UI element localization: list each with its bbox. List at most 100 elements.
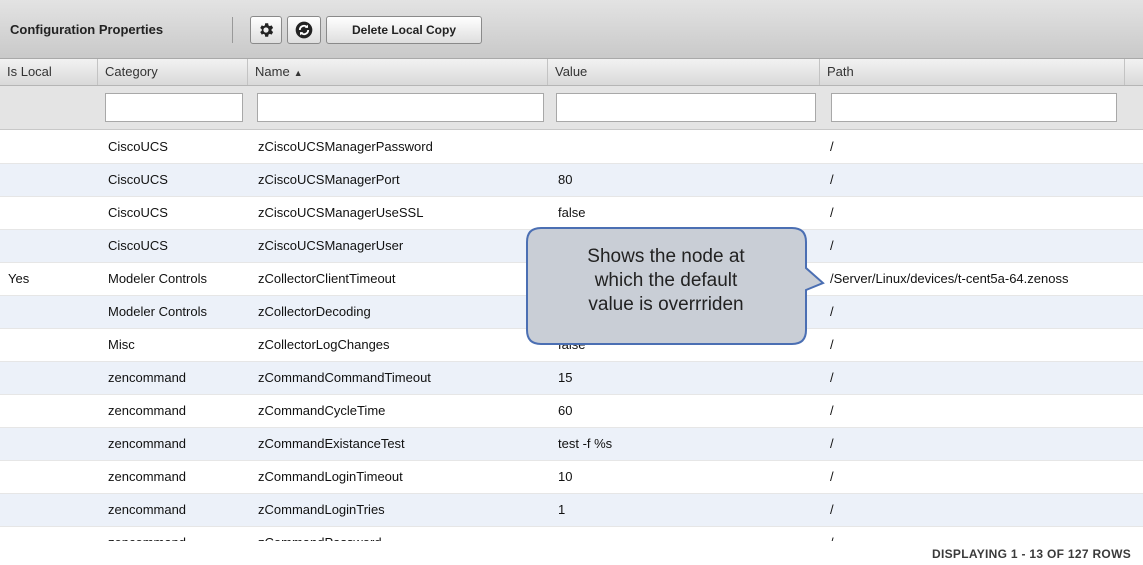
value-cell: false [558, 337, 586, 352]
panel-title: Configuration Properties [10, 22, 164, 37]
name-filter-input[interactable] [257, 93, 544, 122]
is-local-cell [0, 329, 98, 361]
column-label: Value [555, 64, 588, 79]
path-cell: / [830, 172, 834, 187]
grid-body: CiscoUCS zCiscoUCSManagerPassword / Cisc… [0, 131, 1143, 541]
row-count-status: DISPLAYING 1 - 13 OF 127 ROWS [932, 547, 1131, 561]
table-row[interactable]: zencommand zCommandCommandTimeout 15 / [0, 362, 1143, 395]
value-cell: 60 [558, 403, 573, 418]
value-cell: 15 [558, 370, 573, 385]
value-cell: 1 [558, 502, 566, 517]
table-row[interactable]: CiscoUCS zCiscoUCSManagerUser / [0, 230, 1143, 263]
name-cell: zCollectorClientTimeout [258, 271, 396, 286]
gear-icon [257, 21, 275, 39]
name-cell: zCiscoUCSManagerPort [258, 172, 400, 187]
table-row[interactable]: Modeler Controls zCollectorDecoding / [0, 296, 1143, 329]
name-cell: zCiscoUCSManagerUser [258, 238, 404, 253]
delete-local-copy-button[interactable]: Delete Local Copy [326, 16, 482, 44]
category-cell: Misc [108, 337, 135, 352]
path-cell: / [830, 370, 834, 385]
category-cell: zencommand [98, 527, 248, 541]
name-cell: zCollectorLogChanges [258, 337, 390, 352]
toolbar: Configuration Properties Delete Local Co… [0, 0, 1143, 59]
table-row[interactable]: CiscoUCS zCiscoUCSManagerUseSSL false / [0, 197, 1143, 230]
name-cell: zCommandCommandTimeout [258, 370, 431, 385]
value-cell [548, 131, 820, 163]
name-cell: zCommandExistanceTest [258, 436, 405, 451]
filter-row [0, 86, 1143, 130]
name-cell: zCommandLoginTimeout [258, 469, 403, 484]
refresh-icon [294, 20, 314, 40]
category-filter-input[interactable] [105, 93, 243, 122]
table-row[interactable]: Yes Modeler Controls zCollectorClientTim… [0, 263, 1143, 296]
name-cell: zCommandCycleTime [258, 403, 386, 418]
is-local-cell [0, 230, 98, 262]
column-header-value[interactable]: Value [548, 59, 820, 85]
path-filter-input[interactable] [831, 93, 1117, 122]
is-local-cell [0, 527, 98, 541]
is-local-cell [0, 164, 98, 196]
column-header-is-local[interactable]: Is Local [0, 59, 98, 85]
column-label: Path [827, 64, 854, 79]
path-cell: / [830, 337, 834, 352]
is-local-cell [0, 494, 98, 526]
is-local-cell [0, 461, 98, 493]
column-label: Is Local [7, 64, 52, 79]
category-cell: zencommand [108, 436, 187, 451]
category-cell: CiscoUCS [108, 172, 168, 187]
table-row[interactable]: zencommand zCommandLoginTries 1 / [0, 494, 1143, 527]
name-cell: zCiscoUCSManagerPassword [258, 139, 433, 154]
name-cell: zCiscoUCSManagerUseSSL [258, 205, 424, 220]
path-cell: / [820, 527, 1143, 541]
path-cell: / [830, 238, 834, 253]
column-header-row: Is Local Category Name ▲ Value Path [0, 59, 1143, 86]
path-cell: / [830, 469, 834, 484]
grid-footer: DISPLAYING 1 - 13 OF 127 ROWS [0, 541, 1143, 565]
value-cell [548, 527, 820, 541]
table-row[interactable]: CiscoUCS zCiscoUCSManagerPassword / [0, 131, 1143, 164]
path-cell: /Server/Linux/devices/t-cent5a-64.zenoss [830, 271, 1069, 286]
column-label: Category [105, 64, 158, 79]
category-cell: zencommand [108, 469, 187, 484]
table-row[interactable]: Misc zCollectorLogChanges false / [0, 329, 1143, 362]
is-local-cell [0, 362, 98, 394]
column-label: Name [255, 64, 290, 79]
table-row[interactable]: zencommand zCommandCycleTime 60 / [0, 395, 1143, 428]
category-cell: CiscoUCS [108, 205, 168, 220]
is-local-cell: Yes [8, 271, 30, 286]
value-cell [548, 230, 820, 262]
path-cell: / [830, 403, 834, 418]
column-header-category[interactable]: Category [98, 59, 248, 85]
toolbar-separator [232, 17, 233, 43]
category-cell: zencommand [108, 502, 187, 517]
table-row[interactable]: zencommand zCommandExistanceTest test -f… [0, 428, 1143, 461]
is-local-cell [0, 395, 98, 427]
is-local-cell [0, 131, 98, 163]
settings-button[interactable] [250, 16, 282, 44]
category-cell: Modeler Controls [108, 304, 207, 319]
category-cell: CiscoUCS [108, 238, 168, 253]
table-row[interactable]: zencommand zCommandPassword / [0, 527, 1143, 541]
table-row[interactable]: zencommand zCommandLoginTimeout 10 / [0, 461, 1143, 494]
value-cell: 10 [558, 469, 573, 484]
column-header-path[interactable]: Path [820, 59, 1125, 85]
category-cell: zencommand [108, 403, 187, 418]
is-local-cell [0, 197, 98, 229]
value-cell [548, 296, 820, 328]
path-cell: / [830, 502, 834, 517]
category-cell: CiscoUCS [108, 139, 168, 154]
sort-ascending-icon: ▲ [293, 68, 303, 78]
is-local-cell [0, 428, 98, 460]
is-local-cell [0, 296, 98, 328]
value-filter-input[interactable] [556, 93, 816, 122]
path-cell: / [830, 139, 834, 154]
name-cell: zCommandLoginTries [258, 502, 385, 517]
category-cell: Modeler Controls [108, 271, 207, 286]
value-cell: false [558, 205, 586, 220]
refresh-button[interactable] [287, 16, 321, 44]
table-row[interactable]: CiscoUCS zCiscoUCSManagerPort 80 / [0, 164, 1143, 197]
value-cell [548, 263, 820, 295]
name-cell: zCommandPassword [248, 527, 548, 541]
column-header-name[interactable]: Name ▲ [248, 59, 548, 85]
path-cell: / [830, 304, 834, 319]
